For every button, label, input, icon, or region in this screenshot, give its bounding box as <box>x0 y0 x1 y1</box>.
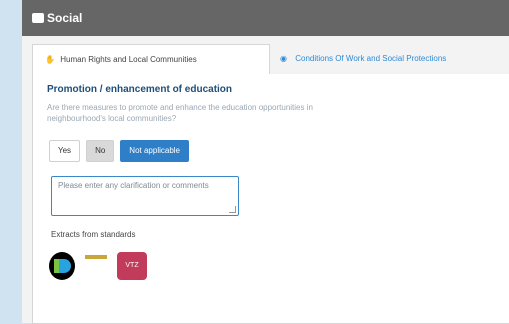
chat-icon <box>32 13 44 23</box>
social-window: Social ✋ Human Rights and Local Communit… <box>22 0 509 324</box>
answer-buttons: Yes No Not applicable <box>49 140 189 162</box>
section-panel: ✋ Human Rights and Local Communities ◉ C… <box>22 36 509 324</box>
yes-button[interactable]: Yes <box>49 140 81 162</box>
resize-grip[interactable] <box>229 206 236 213</box>
section-title: Social <box>47 11 83 25</box>
comment-placeholder: Please enter any clarification or commen… <box>58 181 209 190</box>
comment-input[interactable]: Please enter any clarification or commen… <box>51 176 239 216</box>
extracts-label: Extracts from standards <box>51 230 136 239</box>
question-title: Promotion / enhancement of education <box>47 84 233 95</box>
tab-label: Conditions Of Work and Social Protection… <box>295 54 447 63</box>
question-text: Are there measures to promote and enhanc… <box>47 103 313 123</box>
tab-bar: ✋ Human Rights and Local Communities ◉ C… <box>32 44 509 75</box>
section-header: Social <box>22 0 509 36</box>
vtz-logo: VTZ <box>117 252 147 280</box>
no-button[interactable]: No <box>86 140 115 162</box>
hand-icon: ✋ <box>45 55 55 64</box>
tab-conditions-of-work[interactable]: ◉ Conditions Of Work and Social Protecti… <box>268 44 446 74</box>
fairtrade-logo <box>49 252 75 280</box>
sustainable-agriculture-logo <box>81 255 111 277</box>
question-card: Promotion / enhancement of education Are… <box>32 74 509 324</box>
eye-icon: ◉ <box>280 54 287 63</box>
not-applicable-button[interactable]: Not applicable <box>120 140 189 162</box>
tab-human-rights[interactable]: ✋ Human Rights and Local Communities <box>32 44 270 75</box>
tab-label: Human Rights and Local Communities <box>60 55 197 64</box>
standards-logos: VTZ <box>49 252 147 280</box>
